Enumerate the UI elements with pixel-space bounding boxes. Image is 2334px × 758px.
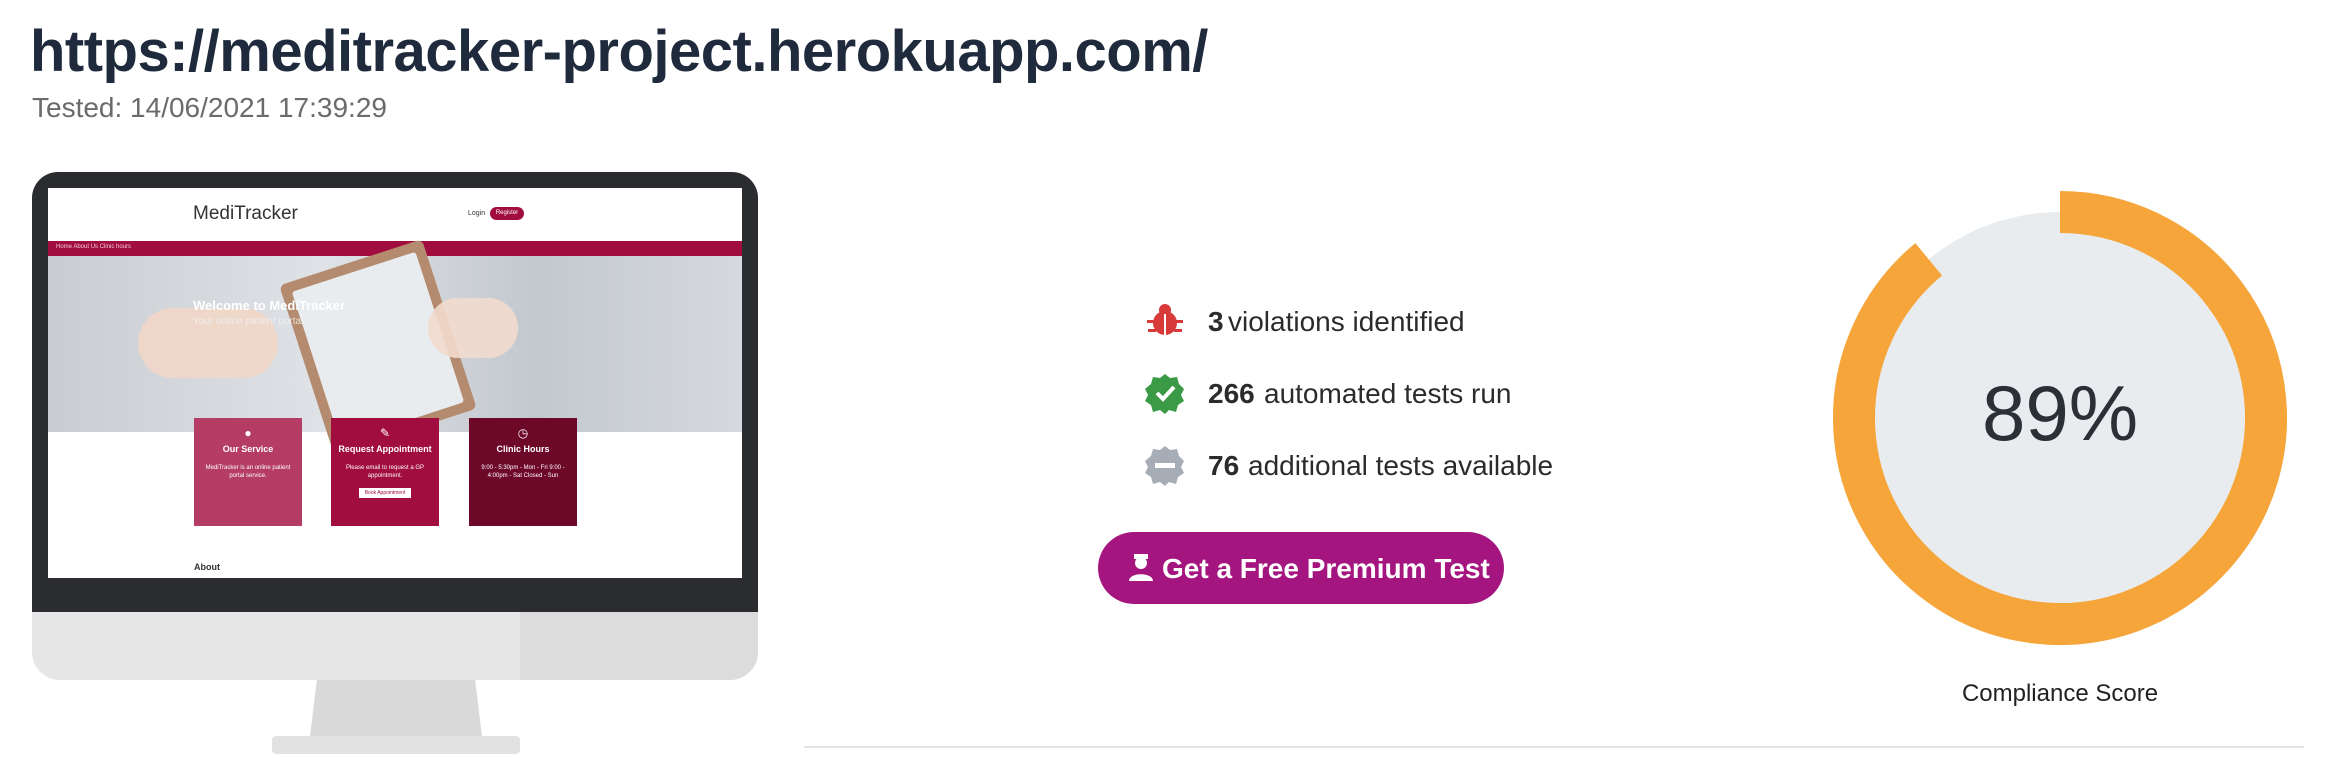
preview-hand-right (428, 298, 518, 358)
violations-label: violations identified (1228, 306, 1465, 337)
tested-timestamp: Tested: 14/06/2021 17:39:29 (32, 92, 387, 123)
compliance-score-label: Compliance Score (1961, 680, 2159, 707)
section-divider (804, 746, 2304, 748)
card-body: 9:00 - 5:30pm - Mon - Fri 9:00 - 4:00pm … (481, 465, 565, 479)
preview-about-heading: About (194, 562, 220, 572)
premium-test-button[interactable]: Get a Free Premium Test (1098, 532, 1504, 604)
additional-tests-label: additional tests available (1248, 450, 1554, 481)
url-title: https://meditracker-project.herokuapp.co… (30, 19, 1208, 84)
bug-icon (1147, 304, 1183, 335)
preview-card-service: ● Our Service MediTracker is an online p… (194, 418, 302, 526)
additional-tests-count: 76 (1208, 450, 1240, 481)
preview-login: Login (468, 210, 486, 217)
preview-nav-links: Home About Us Clinic hours (56, 244, 132, 250)
preview-card-appointment: ✎ Request Appointment Please email to re… (331, 418, 439, 526)
preview-hero-subtitle: Your online patient portal (193, 316, 304, 327)
card-body: MediTracker is an online patient portal … (205, 465, 291, 479)
preview-logo: MediTracker (193, 203, 298, 224)
premium-test-label: Get a Free Premium Test (1162, 553, 1490, 584)
clock-icon: ◷ (517, 426, 529, 440)
site-screenshot: MediTracker Login Register Home About Us… (48, 188, 742, 578)
card-button: Book Appointment (358, 488, 412, 498)
agent-icon (1129, 554, 1153, 581)
card-title: Request Appointment (338, 444, 432, 454)
card-body: Please email to request a GP appointment… (345, 465, 425, 479)
tests-run-label: automated tests run (1264, 378, 1512, 409)
pencil-icon: ✎ (379, 426, 391, 440)
card-title: Clinic Hours (496, 444, 550, 454)
card-title: Our Service (222, 444, 274, 454)
monitor-chin-shade (520, 612, 758, 680)
violations-count: 3 (1208, 306, 1224, 337)
preview-navbar: MediTracker Login Register (48, 188, 742, 241)
tests-run-count: 266 (1208, 378, 1255, 409)
preview-register: Register (490, 207, 524, 220)
monitor-stand (310, 680, 482, 736)
compliance-score-value: 89% (1981, 369, 2139, 457)
preview-hero-title: Welcome to MediTracker (193, 298, 346, 313)
monitor-stand-base (272, 736, 520, 754)
user-icon: ● (244, 426, 252, 440)
preview-card-hours: ◷ Clinic Hours 9:00 - 5:30pm - Mon - Fri… (469, 418, 577, 526)
minus-badge-icon (1145, 446, 1184, 486)
check-badge-icon (1145, 374, 1184, 414)
